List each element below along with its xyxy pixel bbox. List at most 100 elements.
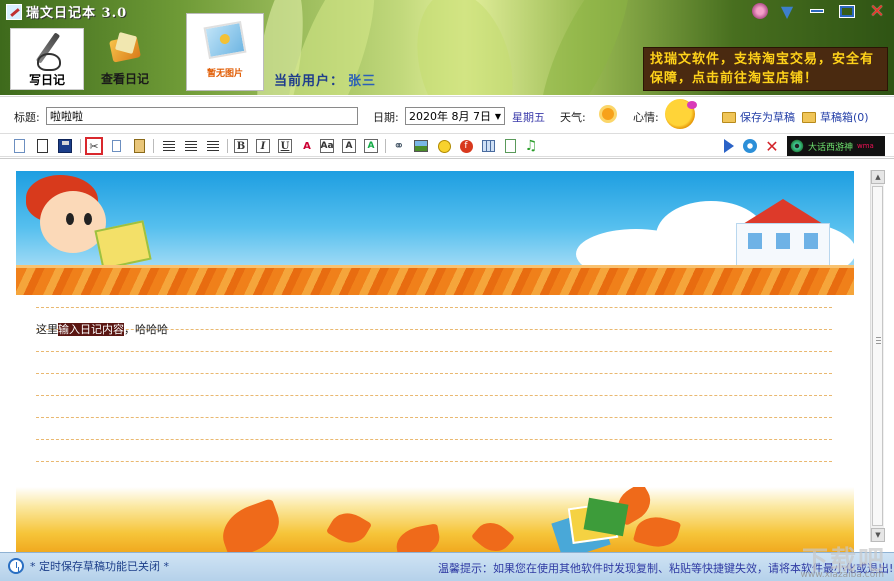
- app-title: 瑞文日记本 3.0: [26, 6, 128, 21]
- date-label: 日期:: [373, 111, 399, 124]
- diary-editor[interactable]: 这里输入日记内容，哈哈哈 ▲ ▼: [0, 158, 894, 553]
- highlight-icon[interactable]: A: [362, 137, 380, 155]
- leaf-decoration: [215, 498, 287, 553]
- books-illustration: [551, 497, 629, 553]
- weekday: 星期五: [512, 111, 545, 124]
- music-player[interactable]: 大话西游神 wma: [787, 136, 885, 156]
- clock-icon: [8, 558, 24, 574]
- diary-body-text[interactable]: 这里输入日记内容，哈哈哈: [36, 321, 168, 337]
- sun-icon[interactable]: [594, 100, 622, 128]
- user-photo[interactable]: 暂无图片: [186, 13, 264, 91]
- text-before: 这里: [36, 323, 58, 336]
- nav-view-diary[interactable]: 查看日记: [88, 28, 162, 90]
- date-picker[interactable]: 2020年 8月 7日 ▼: [405, 107, 505, 125]
- weather-label: 天气:: [560, 111, 586, 124]
- align-left-icon[interactable]: [160, 137, 178, 155]
- house-illustration: [724, 199, 842, 269]
- title-input[interactable]: [46, 107, 358, 125]
- wma-icon: wma: [857, 142, 874, 150]
- link-icon[interactable]: ⚭: [390, 137, 408, 155]
- leaf-decoration: [325, 506, 373, 550]
- delete-icon[interactable]: ✕: [763, 137, 781, 156]
- scroll-thumb[interactable]: [872, 186, 883, 526]
- bold-icon[interactable]: B: [232, 137, 250, 155]
- leaf-decoration: [470, 515, 516, 553]
- current-user-label: 当前用户：: [274, 74, 345, 89]
- save-draft-label: 保存为草稿: [740, 111, 795, 124]
- text-after: ，哈哈哈: [124, 323, 168, 336]
- music-note-icon[interactable]: ♫: [522, 137, 540, 155]
- promo-banner[interactable]: 找瑞文软件，支持淘宝交易，安全有保障，点击前往淘宝店铺！: [643, 47, 888, 91]
- current-user-name: 张三: [348, 74, 377, 89]
- toolbar-divider: [80, 139, 81, 153]
- insert-image-icon[interactable]: [412, 137, 430, 155]
- nav-write-label: 写日记: [28, 73, 65, 87]
- toolbar-divider: [385, 139, 386, 153]
- chevron-down-icon[interactable]: ▼: [495, 112, 501, 121]
- insert-doc-icon[interactable]: [501, 137, 519, 155]
- book-icon: [107, 30, 143, 66]
- toolbar-divider: [227, 139, 228, 153]
- grass-decoration: [524, 0, 646, 95]
- copy-icon[interactable]: [107, 137, 125, 155]
- font-size-icon[interactable]: A: [340, 137, 358, 155]
- leaf-decoration: [393, 523, 443, 553]
- folder-open-icon: [722, 111, 736, 123]
- leaf-decoration: [632, 512, 682, 552]
- reading-boy-illustration: [20, 173, 152, 273]
- grass-decoration: [402, 0, 528, 95]
- rope-border-decoration: [16, 265, 854, 295]
- table-icon[interactable]: [479, 137, 497, 155]
- header-illustration: [16, 171, 854, 295]
- close-button[interactable]: ✕: [866, 1, 888, 22]
- mood-label: 心情:: [633, 111, 659, 124]
- minimize-button[interactable]: [806, 2, 828, 20]
- play-icon[interactable]: [720, 137, 738, 155]
- photo-placeholder-icon: [203, 20, 247, 60]
- disc-icon: [790, 139, 804, 153]
- date-value: 2020年 8月 7日: [409, 110, 491, 123]
- drafts-label: 草稿箱(0): [820, 111, 869, 124]
- font-face-icon[interactable]: Aa: [318, 137, 336, 155]
- underline-icon[interactable]: U: [276, 137, 294, 155]
- emoticon-icon[interactable]: [435, 137, 453, 155]
- flash-icon[interactable]: f: [457, 137, 475, 155]
- header-banner: 瑞文日记本 3.0 ▼ ✕ 写日记 查看日记 暂无图片 当前用户： 张三 找瑞文软…: [0, 0, 894, 95]
- paste-icon[interactable]: [130, 137, 148, 155]
- status-bar: * 定时保存草稿功能已关闭 * 温馨提示：如果您在使用其他软件时发现复制、粘贴等…: [0, 546, 894, 581]
- music-title: 大话西游神: [808, 142, 854, 153]
- title-label: 标题:: [14, 111, 40, 124]
- maximize-button[interactable]: [836, 2, 858, 20]
- dropdown-menu-icon[interactable]: ▼: [776, 2, 798, 21]
- window-controls: ▼ ✕: [752, 1, 888, 22]
- scroll-up-icon[interactable]: ▲: [871, 170, 885, 184]
- new-doc-icon[interactable]: [10, 137, 28, 155]
- cut-icon[interactable]: ✂: [85, 137, 103, 155]
- footer-illustration: [16, 487, 854, 553]
- watermark-url: www.xiazaiba.com: [800, 570, 884, 580]
- save-draft-button[interactable]: 保存为草稿: [722, 109, 795, 125]
- pen-icon: [29, 31, 65, 71]
- align-center-icon[interactable]: [182, 137, 200, 155]
- italic-icon[interactable]: I: [254, 137, 272, 155]
- skin-icon[interactable]: [752, 3, 768, 19]
- toolbar-divider: [153, 139, 154, 153]
- template-icon[interactable]: [33, 137, 51, 155]
- align-right-icon[interactable]: [204, 137, 222, 155]
- photo-caption: 暂无图片: [206, 69, 243, 79]
- font-color-icon[interactable]: A: [298, 137, 316, 155]
- autosave-status: * 定时保存草稿功能已关闭 *: [8, 558, 169, 574]
- title-bar: 瑞文日记本 3.0: [6, 2, 127, 21]
- nav-write-diary[interactable]: 写日记: [10, 28, 84, 90]
- autosave-text: * 定时保存草稿功能已关闭 *: [30, 560, 169, 573]
- smiley-icon[interactable]: [665, 99, 697, 129]
- nav-view-label: 查看日记: [100, 72, 149, 86]
- drafts-button[interactable]: 草稿箱(0): [802, 109, 869, 125]
- text-selection: 输入日记内容: [58, 323, 124, 336]
- app-logo-icon: [6, 3, 22, 20]
- refresh-icon[interactable]: [741, 137, 759, 155]
- current-user: 当前用户： 张三: [274, 70, 376, 89]
- entry-meta-row: 标题: 日期: 2020年 8月 7日 ▼ 星期五 天气: 心情: 保存为草稿 …: [0, 96, 894, 132]
- save-icon[interactable]: [56, 137, 74, 155]
- editor-scrollbar[interactable]: ▲ ▼: [870, 170, 885, 542]
